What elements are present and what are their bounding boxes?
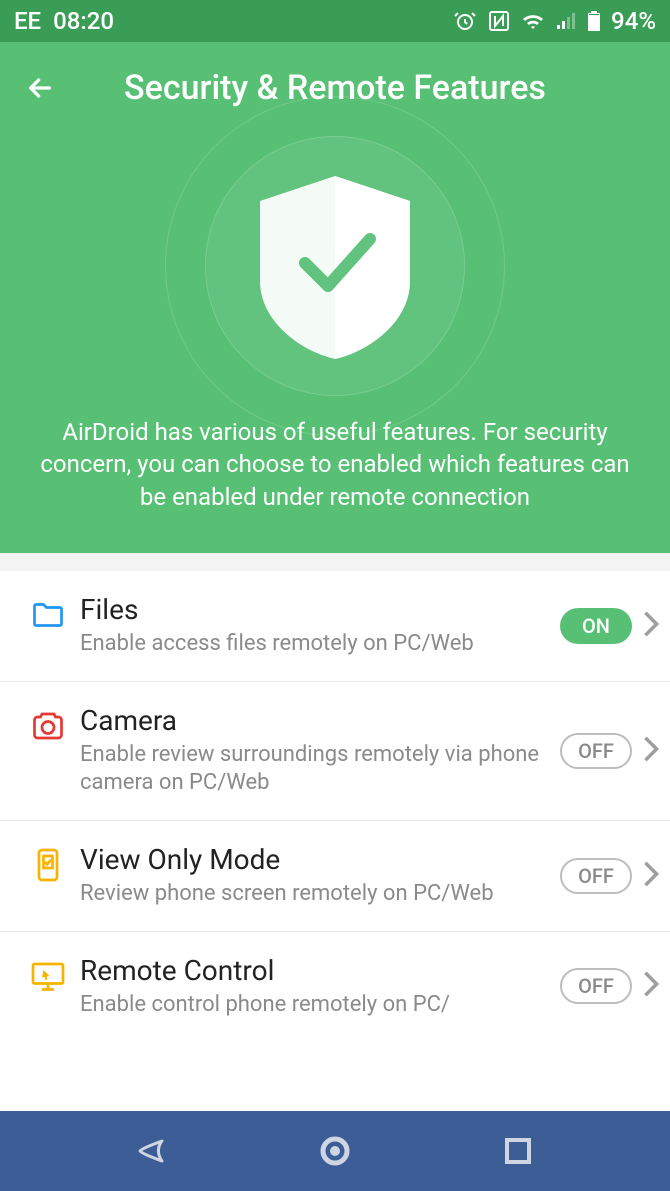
list-item-view-only[interactable]: View Only Mode Review phone screen remot… (0, 821, 670, 932)
alarm-icon (453, 9, 477, 33)
features-list: Files Enable access files remotely on PC… (0, 571, 670, 1041)
battery-percent: 94% (611, 7, 656, 35)
chevron-right-icon (642, 610, 660, 642)
signal-icon (555, 11, 577, 31)
back-button[interactable] (20, 72, 60, 104)
wifi-icon (521, 11, 545, 31)
section-divider (0, 553, 670, 571)
nav-back-button[interactable] (127, 1126, 177, 1176)
camera-icon (30, 704, 80, 748)
chevron-right-icon (642, 860, 660, 892)
list-item-files[interactable]: Files Enable access files remotely on PC… (0, 571, 670, 682)
item-desc: Enable review surroundings remotely via … (80, 741, 550, 798)
item-title: Camera (80, 704, 550, 737)
item-title: View Only Mode (80, 843, 550, 876)
item-desc: Enable access files remotely on PC/Web (80, 630, 550, 659)
item-desc: Review phone screen remotely on PC/Web (80, 880, 550, 909)
folder-icon (30, 593, 80, 637)
chevron-right-icon (642, 970, 660, 1002)
list-item-remote-control[interactable]: Remote Control Enable control phone remo… (0, 932, 670, 1042)
nfc-icon (487, 9, 511, 33)
item-desc: Enable control phone remotely on PC/ (80, 991, 550, 1020)
toggle-remote-control[interactable]: OFF (560, 968, 632, 1004)
toggle-camera[interactable]: OFF (560, 733, 632, 769)
item-title: Files (80, 593, 550, 626)
status-bar: EE 08:20 94% (0, 0, 670, 42)
item-title: Remote Control (80, 954, 550, 987)
nav-recent-button[interactable] (493, 1126, 543, 1176)
list-item-camera[interactable]: Camera Enable review surroundings remote… (0, 682, 670, 821)
toggle-files[interactable]: ON (560, 608, 632, 644)
monitor-cursor-icon (30, 954, 80, 998)
carrier-label: EE (14, 7, 41, 35)
app-header: Security & Remote Features AirDroid has … (0, 42, 670, 553)
toggle-view-only[interactable]: OFF (560, 858, 632, 894)
shield-graphic (165, 126, 505, 406)
clock-label: 08:20 (53, 7, 114, 35)
android-nav-bar (0, 1111, 670, 1191)
battery-icon (587, 10, 601, 32)
chevron-right-icon (642, 735, 660, 767)
phone-view-icon (30, 843, 80, 887)
nav-home-button[interactable] (310, 1126, 360, 1176)
